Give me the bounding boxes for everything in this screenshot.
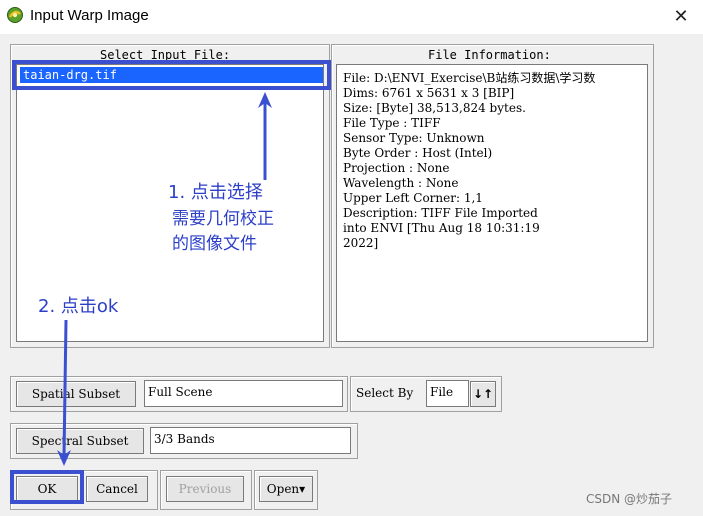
- annotation-step1-line3: 的图像文件: [172, 234, 257, 254]
- annotation-arrows: [57, 92, 272, 466]
- arrow-to-ok: [62, 319, 68, 457]
- annotation-step1-line2: 需要几何校正: [172, 209, 274, 229]
- watermark: CSDN @炒茄子: [586, 492, 673, 506]
- annotation-step1-line1: 1. 点击选择: [168, 182, 263, 203]
- annotation-step2: 2. 点击ok: [38, 296, 119, 317]
